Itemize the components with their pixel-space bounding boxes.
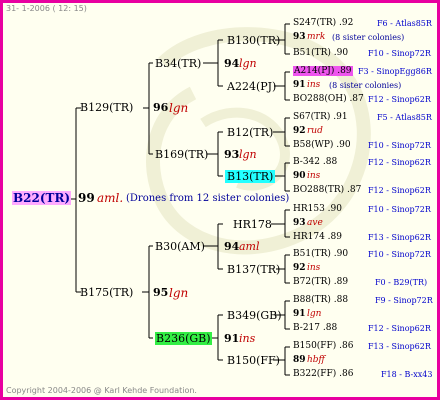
gen4-breed-5: ave bbox=[307, 218, 323, 228]
root-queen[interactable]: B22(TR) bbox=[12, 191, 72, 205]
gen4-qref-7: F9 - Sinop72R bbox=[375, 296, 433, 305]
gen4-dref-5: F13 - Sinop62R bbox=[368, 233, 431, 242]
gen4-dref-2: F12 - Sinop62R bbox=[368, 95, 431, 104]
gen3-queen-7[interactable]: B349(GB) bbox=[227, 309, 282, 322]
gen4-qref-8: F13 - Sinop62R bbox=[368, 342, 431, 351]
gen2-queen-4[interactable]: B236(GB) bbox=[155, 332, 212, 345]
gen4-breed-1: mrk bbox=[307, 32, 326, 42]
gen4-qref-6: F10 - Sinop72R bbox=[368, 250, 431, 259]
gen4-dref-4: F12 - Sinop62R bbox=[368, 186, 431, 195]
gen4-drone-2[interactable]: BO288(OH) .87 bbox=[293, 94, 364, 104]
gen3-queen-4[interactable]: B13(TR) bbox=[225, 170, 276, 183]
gen4-drone-4[interactable]: BO288(TR) .87 bbox=[293, 185, 361, 195]
gen2-breed-3: aml bbox=[239, 240, 260, 253]
gen2-queen-3[interactable]: B30(AM) bbox=[155, 240, 205, 253]
gen4-qref-4: F12 - Sinop62R bbox=[368, 158, 431, 167]
gen4-queen-1[interactable]: S247(TR) .92 bbox=[293, 18, 353, 28]
gen4-dref-7: F12 - Sinop62R bbox=[368, 324, 431, 333]
gen4-drone-7[interactable]: B-217 .88 bbox=[293, 323, 337, 333]
gen3-queen-8[interactable]: B150(FF) bbox=[227, 354, 280, 367]
gen2-year-3: 94 bbox=[224, 240, 240, 253]
gen4-queen-8[interactable]: B150(FF) .86 bbox=[293, 341, 353, 351]
gen2-breed-4: ins bbox=[239, 332, 256, 345]
gen4-qref-3: F5 - Atlas85R bbox=[377, 113, 432, 122]
gen4-note-1: (8 sister colonies) bbox=[332, 33, 405, 42]
gen4-drone-5[interactable]: HR174 .89 bbox=[293, 232, 342, 242]
gen4-year-6: 92 bbox=[293, 263, 306, 273]
gen3-queen-1[interactable]: B130(TR) bbox=[227, 34, 280, 47]
gen4-queen-7[interactable]: B88(TR) .88 bbox=[293, 295, 348, 305]
gen4-queen-3[interactable]: S67(TR) .91 bbox=[293, 112, 348, 122]
gen4-dref-6: F0 - B29(TR) bbox=[375, 278, 428, 287]
gen1-sire-queen[interactable]: B129(TR) bbox=[80, 101, 133, 114]
gen4-drone-1[interactable]: B51(TR) .90 bbox=[293, 48, 348, 58]
gen4-drone-8[interactable]: B322(FF) .86 bbox=[293, 369, 353, 379]
gen4-year-3: 92 bbox=[293, 126, 306, 136]
gen1-sire-year: 96 bbox=[153, 101, 169, 114]
gen4-year-1: 93 bbox=[293, 32, 306, 42]
gen2-queen-1[interactable]: B34(TR) bbox=[155, 57, 201, 70]
gen4-qref-2: F3 - SinopEgg86R bbox=[358, 67, 432, 76]
gen4-breed-8: hbff bbox=[307, 355, 325, 365]
gen4-queen-2[interactable]: A214(PJ) .89 bbox=[293, 66, 353, 76]
gen2-breed-1: lgn bbox=[239, 57, 257, 70]
gen2-breed-2: lgn bbox=[239, 148, 257, 161]
gen1-sire-breed: lgn bbox=[169, 101, 189, 115]
gen2-year-4: 91 bbox=[224, 332, 240, 345]
header-timestamp: 31- 1-2006 ( 12: 15) bbox=[6, 4, 87, 13]
gen4-queen-4[interactable]: B-342 .88 bbox=[293, 157, 337, 167]
gen3-queen-2[interactable]: A224(PJ) bbox=[227, 80, 276, 93]
gen4-breed-3: rud bbox=[307, 126, 323, 136]
gen4-year-7: 91 bbox=[293, 309, 306, 319]
gen4-breed-2: ins bbox=[307, 80, 321, 90]
gen1-dam-breed: lgn bbox=[169, 286, 189, 300]
gen4-breed-6: ins bbox=[307, 263, 321, 273]
gen4-queen-5[interactable]: HR153 .90 bbox=[293, 204, 342, 214]
gen2-year-1: 94 bbox=[224, 57, 240, 70]
gen4-dref-8: F18 - B-xx43 bbox=[381, 370, 433, 379]
gen4-drone-6[interactable]: B72(TR) .89 bbox=[293, 277, 348, 287]
gen1-dam-queen[interactable]: B175(TR) bbox=[80, 286, 133, 299]
gen4-dref-1: F10 - Sinop72R bbox=[368, 49, 431, 58]
gen4-qref-5: F10 - Sinop72R bbox=[368, 205, 431, 214]
copyright-footer: Copyright 2004-2006 @ Karl Kehde Foundat… bbox=[6, 386, 197, 395]
pedigree-panel: 31- 1-2006 ( 12: 15) Copyright 2004-2006… bbox=[0, 0, 440, 400]
gen4-queen-6[interactable]: B51(TR) .90 bbox=[293, 249, 348, 259]
gen2-queen-2[interactable]: B169(TR) bbox=[155, 148, 208, 161]
gen4-breed-4: ins bbox=[307, 171, 321, 181]
gen4-breed-7: lgn bbox=[307, 309, 322, 319]
gen4-qref-1: F6 - Atlas85R bbox=[377, 19, 432, 28]
root-drone-note: (Drones from 12 sister colonies) bbox=[126, 193, 290, 204]
gen4-year-8: 89 bbox=[293, 355, 306, 365]
gen3-queen-6[interactable]: B137(TR) bbox=[227, 263, 280, 276]
gen4-note-2: (8 sister colonies) bbox=[329, 81, 402, 90]
gen4-drone-3[interactable]: B58(WP) .90 bbox=[293, 140, 351, 150]
gen4-dref-3: F10 - Sinop72R bbox=[368, 141, 431, 150]
root-year: 99 bbox=[78, 191, 95, 205]
gen4-year-2: 91 bbox=[293, 80, 306, 90]
root-breed: aml. bbox=[97, 191, 124, 205]
gen4-year-5: 93 bbox=[293, 218, 306, 228]
gen3-queen-5[interactable]: HR178 bbox=[233, 218, 272, 231]
gen1-dam-year: 95 bbox=[153, 286, 169, 299]
gen4-year-4: 90 bbox=[293, 171, 306, 181]
gen3-queen-3[interactable]: B12(TR) bbox=[227, 126, 273, 139]
gen2-year-2: 93 bbox=[224, 148, 240, 161]
